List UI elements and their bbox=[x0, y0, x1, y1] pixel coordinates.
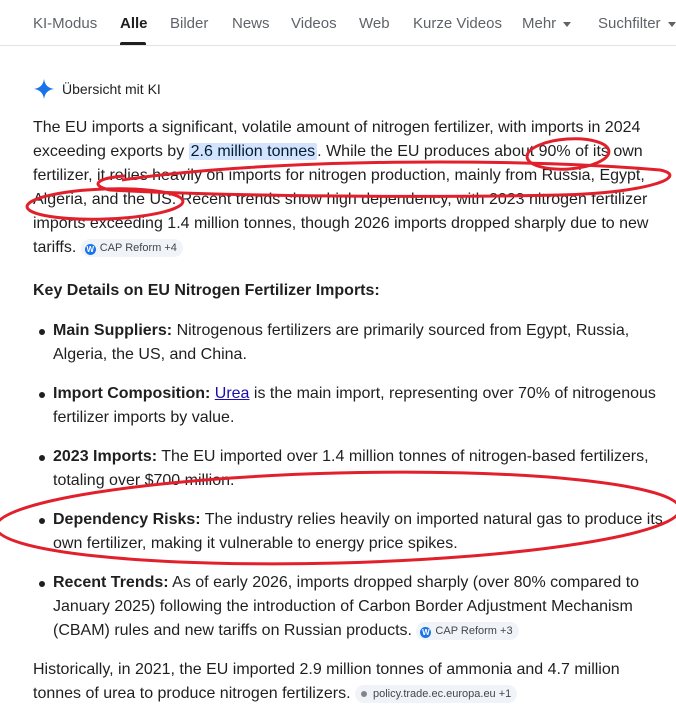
tab-suchfilter-label: Suchfilter bbox=[598, 15, 661, 32]
ai-spark-icon bbox=[33, 78, 55, 100]
section-heading: Key Details on EU Nitrogen Fertilizer Im… bbox=[33, 282, 380, 299]
list-item: 2023 Imports: The EU imported over 1.4 m… bbox=[39, 445, 669, 493]
highlighted-figure[interactable]: 2.6 million tonnes bbox=[188, 143, 318, 160]
bullet-icon bbox=[39, 518, 45, 524]
tab-videos[interactable]: Videos bbox=[291, 15, 337, 32]
item-label: Main Suppliers: bbox=[53, 322, 173, 339]
tab-ki-modus[interactable]: KI-Modus bbox=[33, 15, 97, 32]
wordpress-icon: W bbox=[84, 244, 96, 255]
key-details-list: Main Suppliers: Nitrogenous fertilizers … bbox=[33, 319, 669, 643]
tab-web[interactable]: Web bbox=[359, 15, 390, 32]
closing-paragraph: Historically, in 2021, the EU imported 2… bbox=[33, 658, 669, 706]
list-item: Import Composition: Urea is the main imp… bbox=[39, 382, 669, 430]
bullet-icon bbox=[39, 392, 45, 398]
ai-overview-content: The EU imports a significant, volatile a… bbox=[33, 116, 669, 706]
source-chip-label: policy.trade.ec.europa.eu +1 bbox=[372, 688, 512, 700]
ai-overview-title: Übersicht mit KI bbox=[62, 81, 161, 97]
source-chip[interactable]: W CAP Reform +3 bbox=[416, 622, 519, 640]
source-chip[interactable]: policy.trade.ec.europa.eu +1 bbox=[354, 685, 518, 703]
bullet-icon bbox=[39, 581, 45, 587]
site-favicon-icon bbox=[360, 690, 367, 697]
tab-kurze-videos[interactable]: Kurze Videos bbox=[413, 15, 502, 32]
source-chip-label: CAP Reform +4 bbox=[99, 242, 177, 254]
tab-news[interactable]: News bbox=[232, 15, 270, 32]
tab-suchfilter[interactable]: Suchfilter bbox=[598, 15, 676, 32]
bullet-icon bbox=[39, 329, 45, 335]
list-item: Main Suppliers: Nitrogenous fertilizers … bbox=[39, 319, 669, 367]
urea-link[interactable]: Urea bbox=[215, 385, 250, 402]
chevron-down-icon bbox=[667, 21, 676, 27]
tab-mehr-label: Mehr bbox=[522, 15, 557, 32]
chevron-down-icon bbox=[563, 21, 572, 27]
bullet-icon bbox=[39, 455, 45, 461]
closing-text: Historically, in 2021, the EU imported 2… bbox=[33, 661, 620, 702]
source-chip[interactable]: W CAP Reform +4 bbox=[80, 239, 183, 257]
active-tab-indicator bbox=[120, 42, 146, 45]
item-label: 2023 Imports: bbox=[53, 448, 158, 465]
item-label: Import Composition: bbox=[53, 385, 211, 402]
item-label: Recent Trends: bbox=[53, 574, 169, 591]
wordpress-icon: W bbox=[420, 627, 432, 638]
tab-alle[interactable]: Alle bbox=[120, 15, 148, 32]
search-tabs: KI-Modus Alle Bilder News Videos Web Kur… bbox=[0, 0, 676, 46]
item-label: Dependency Risks: bbox=[53, 511, 201, 528]
source-chip-label: CAP Reform +3 bbox=[435, 625, 513, 637]
tab-mehr[interactable]: Mehr bbox=[522, 15, 572, 32]
list-item: Recent Trends: As of early 2026, imports… bbox=[39, 571, 669, 643]
intro-paragraph: The EU imports a significant, volatile a… bbox=[33, 116, 669, 260]
list-item: Dependency Risks: The industry relies he… bbox=[39, 508, 669, 556]
tab-bilder[interactable]: Bilder bbox=[170, 15, 208, 32]
